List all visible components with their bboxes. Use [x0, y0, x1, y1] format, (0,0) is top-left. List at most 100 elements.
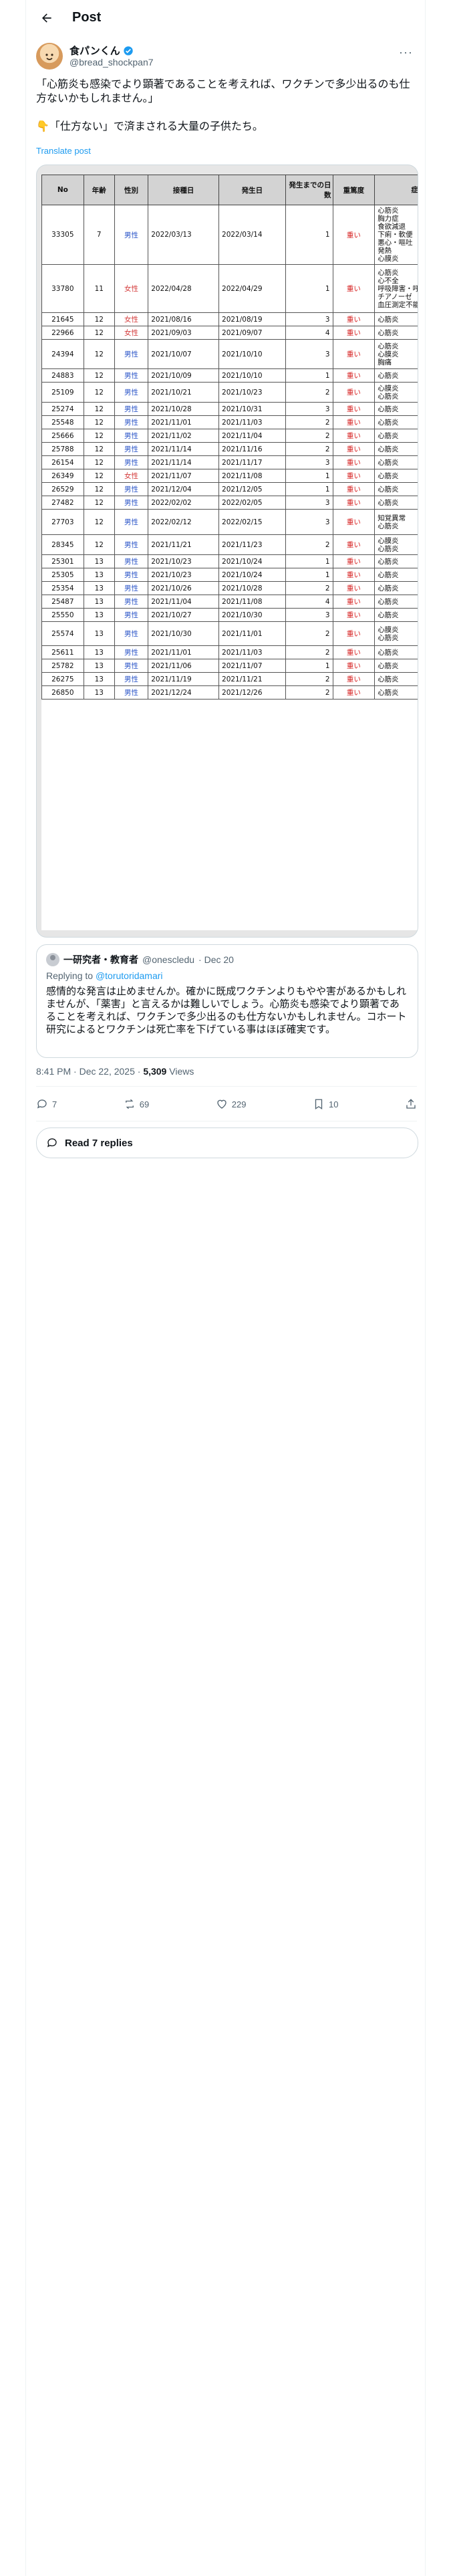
- read-replies-label: Read 7 replies: [65, 1137, 133, 1149]
- cell-age: 12: [83, 339, 115, 369]
- cell-d2: 2021/11/23: [218, 534, 286, 555]
- cell-days: 1: [285, 659, 333, 673]
- cell-days: 2: [285, 415, 333, 429]
- cell-sev: 重い: [332, 429, 375, 443]
- post-media-image[interactable]: No年齢性別接種日発生日発生までの日数重篤度症状名 333057男性2022/0…: [36, 165, 418, 938]
- cell-sym: 心筋炎: [374, 496, 418, 510]
- cell-age: 13: [83, 659, 115, 673]
- quoted-post[interactable]: 一研究者・教育者 @onescledu · Dec 20 Replying to…: [36, 944, 418, 1058]
- cell-sym: 心筋炎: [374, 326, 418, 340]
- bookmark-button[interactable]: 10: [313, 1098, 338, 1110]
- cell-sev: 重い: [332, 415, 375, 429]
- repost-button[interactable]: 69: [124, 1098, 149, 1110]
- like-button[interactable]: 229: [216, 1098, 247, 1110]
- author-name[interactable]: 食パンくん: [69, 43, 120, 58]
- divider: [36, 1086, 417, 1087]
- cell-days: 2: [285, 429, 333, 443]
- cell-sym: 心筋炎: [374, 554, 418, 568]
- table-header-row: No年齢性別接種日発生日発生までの日数重篤度症状名: [41, 175, 418, 205]
- cell-sev: 重い: [332, 554, 375, 568]
- cell-days: 1: [285, 554, 333, 568]
- cell-no: 25611: [41, 645, 84, 659]
- table-row: 21645 12 女性 2021/08/16 2021/08/19 3 重い 心筋炎: [41, 312, 418, 326]
- column-header: 発生日: [218, 175, 286, 205]
- cell-d2: 2021/10/31: [218, 402, 286, 416]
- avatar[interactable]: [36, 43, 63, 70]
- cell-days: 2: [285, 672, 333, 686]
- cell-sex: 男性: [114, 402, 149, 416]
- cell-no: 25354: [41, 581, 84, 595]
- cell-d2: 2021/10/30: [218, 608, 286, 622]
- cell-d2: 2021/12/26: [218, 685, 286, 700]
- cell-sev: 重い: [332, 264, 375, 313]
- cell-d2: 2021/11/07: [218, 659, 286, 673]
- share-button[interactable]: [405, 1098, 417, 1110]
- table-row: 26154 12 男性 2021/11/14 2021/11/17 3 重い 心筋炎: [41, 455, 418, 469]
- reply-button[interactable]: 7: [36, 1098, 57, 1110]
- back-button[interactable]: [35, 6, 59, 30]
- quoted-author-handle: @onescledu: [142, 954, 195, 965]
- cell-sev: 重い: [332, 326, 375, 340]
- cell-sex: 男性: [114, 608, 149, 622]
- cell-age: 13: [83, 685, 115, 700]
- top-bar: Post: [25, 0, 425, 35]
- cell-days: 1: [285, 568, 333, 582]
- like-count: 229: [231, 1099, 247, 1109]
- cell-sev: 重い: [332, 595, 375, 609]
- cell-sev: 重い: [332, 659, 375, 673]
- cell-no: 25782: [41, 659, 84, 673]
- cell-no: 22966: [41, 326, 84, 340]
- cell-sex: 男性: [114, 581, 149, 595]
- reply-icon: [37, 1099, 47, 1109]
- cell-age: 12: [83, 402, 115, 416]
- cell-sex: 男性: [114, 621, 149, 646]
- post-timestamp[interactable]: 8:41 PM · Dec 22, 2025 ·: [36, 1066, 143, 1077]
- table-row: 25788 12 男性 2021/11/14 2021/11/16 2 重い 心筋炎: [41, 442, 418, 456]
- cell-d2: 2021/11/17: [218, 455, 286, 469]
- cell-no: 25274: [41, 402, 84, 416]
- cell-sev: 重い: [332, 312, 375, 326]
- cell-sev: 重い: [332, 339, 375, 369]
- cell-d2: 2022/02/15: [218, 509, 286, 535]
- cell-d1: 2021/10/30: [148, 621, 220, 646]
- cell-age: 13: [83, 568, 115, 582]
- heart-icon: [217, 1099, 227, 1109]
- cell-days: 3: [285, 608, 333, 622]
- cell-days: 2: [285, 645, 333, 659]
- cell-age: 12: [83, 429, 115, 443]
- author-handle[interactable]: @bread_shockpan7: [69, 57, 154, 68]
- cell-d2: 2021/11/03: [218, 415, 286, 429]
- table-row: 25782 13 男性 2021/11/06 2021/11/07 1 重い 心筋炎: [41, 659, 418, 673]
- cell-d1: 2021/11/21: [148, 534, 220, 555]
- table-row: 24883 12 男性 2021/10/09 2021/10/10 1 重い 心筋炎: [41, 368, 418, 383]
- cell-sym: 心膜炎 心筋炎: [374, 534, 418, 555]
- cell-no: 25109: [41, 382, 84, 403]
- column-header: 症状名: [374, 175, 418, 205]
- cell-age: 12: [83, 534, 115, 555]
- left-rail-divider: [25, 0, 26, 2576]
- read-replies-button[interactable]: Read 7 replies: [36, 1128, 418, 1158]
- table-row: 26850 13 男性 2021/12/24 2021/12/26 2 重い 心筋炎: [41, 685, 418, 700]
- cell-age: 13: [83, 554, 115, 568]
- column-header: 年齢: [83, 175, 115, 205]
- arrow-left-icon: [42, 13, 51, 23]
- cell-sym: 心筋炎: [374, 568, 418, 582]
- column-header: 接種日: [148, 175, 220, 205]
- cell-d1: 2021/12/24: [148, 685, 220, 700]
- cell-sev: 重い: [332, 645, 375, 659]
- table-row: 25354 13 男性 2021/10/26 2021/10/28 2 重い 心筋炎: [41, 581, 418, 595]
- cell-d2: 2021/09/07: [218, 326, 286, 340]
- cell-d1: 2021/09/03: [148, 326, 220, 340]
- replying-to-handle[interactable]: @torutoridamari: [96, 970, 163, 981]
- cell-age: 12: [83, 469, 115, 483]
- more-options-icon[interactable]: ···: [399, 45, 413, 60]
- repost-icon: [125, 1099, 134, 1109]
- views-label: Views: [166, 1066, 194, 1077]
- cell-sev: 重い: [332, 534, 375, 555]
- cell-no: 21645: [41, 312, 84, 326]
- translate-post-link[interactable]: Translate post: [36, 146, 91, 156]
- cell-d2: 2022/03/14: [218, 205, 286, 265]
- cell-sym: 心筋炎: [374, 442, 418, 456]
- quoted-post-date: · Dec 20: [198, 954, 234, 965]
- cell-days: 1: [285, 205, 333, 265]
